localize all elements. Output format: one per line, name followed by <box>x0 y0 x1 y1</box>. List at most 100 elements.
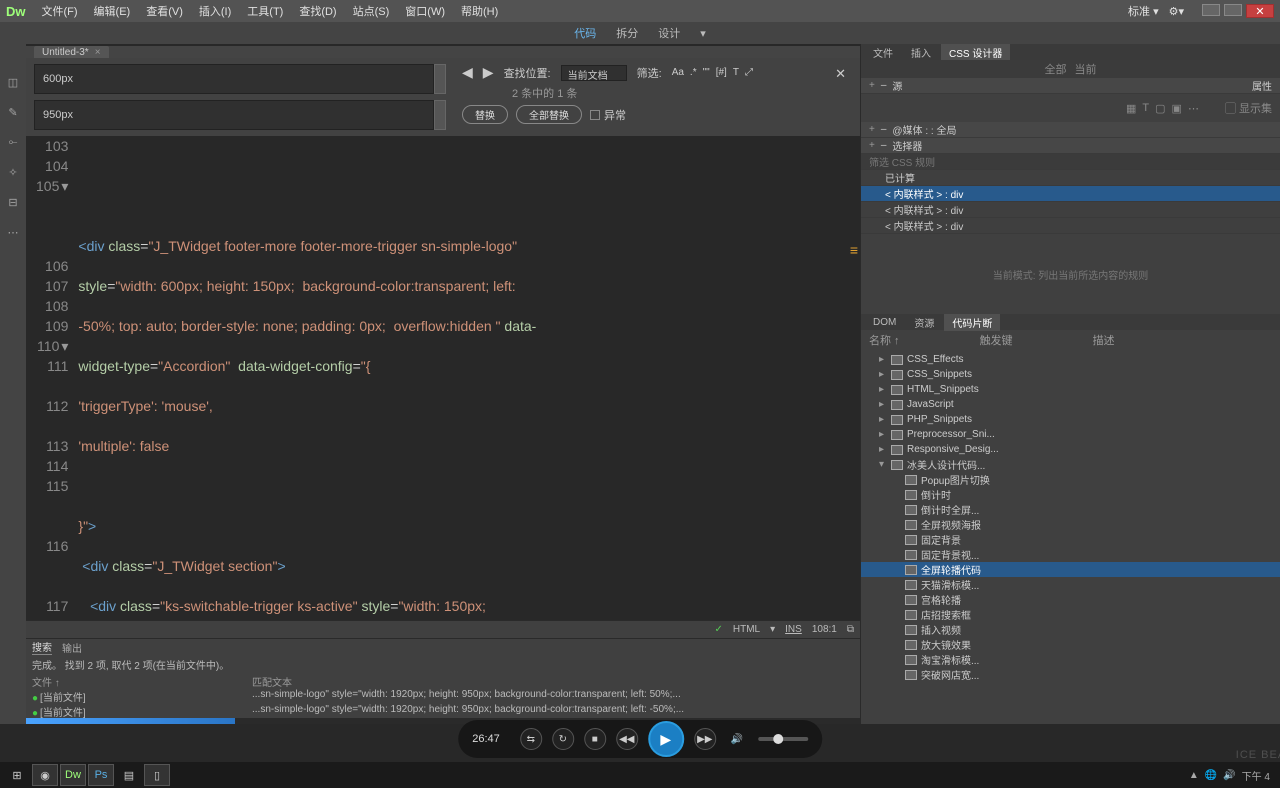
menu-help[interactable]: 帮助(H) <box>453 3 506 19</box>
tab-design-dropdown[interactable]: ▾ <box>700 27 706 40</box>
tree-row[interactable]: 全屏轮播代码 <box>861 562 1280 577</box>
language-select[interactable]: HTML <box>733 624 760 635</box>
css-current-tab[interactable]: 当前 <box>1075 61 1097 77</box>
col-match[interactable]: 匹配文本 <box>252 674 292 689</box>
search-result-row[interactable]: ●[当前文件] ...sn-simple-logo" style="width:… <box>32 704 854 718</box>
tree-row[interactable]: ▸PHP_Snippets <box>861 412 1280 427</box>
whole-word-icon[interactable]: "" <box>703 67 710 78</box>
find-input[interactable]: 600px <box>34 64 434 94</box>
document-tab[interactable]: Untitled-3* × <box>34 46 109 58</box>
tree-row[interactable]: 放大镜效果 <box>861 637 1280 652</box>
tray-icon[interactable]: 🔊 <box>1223 770 1235 781</box>
tab-dom[interactable]: DOM <box>865 316 904 329</box>
panel-menu-icon[interactable]: ≡ <box>850 242 858 258</box>
col-name[interactable]: 名称 ↑ <box>869 332 900 348</box>
tree-row[interactable]: ▸CSS_Effects <box>861 352 1280 367</box>
tree-row[interactable]: 宫格轮播 <box>861 592 1280 607</box>
workspace-switcher[interactable]: 标准 ▾ <box>1128 3 1159 19</box>
lso-icon[interactable]: ⟜ <box>5 134 21 150</box>
tab-output[interactable]: 输出 <box>62 640 82 655</box>
replace-history-dropdown[interactable] <box>434 100 446 130</box>
css-all-tab[interactable]: 全部 <box>1045 61 1067 77</box>
replace-button[interactable]: 替换 <box>462 105 508 124</box>
tree-row[interactable]: ▸CSS_Snippets <box>861 367 1280 382</box>
text-only-icon[interactable]: T <box>733 67 739 78</box>
rewind-button[interactable]: ◀◀ <box>616 728 638 750</box>
tree-row[interactable]: 倒计时全屏... <box>861 502 1280 517</box>
taskbar-ps-icon[interactable]: Ps <box>88 764 114 786</box>
code-content[interactable]: <div class="J_TWidget footer-more footer… <box>74 136 860 620</box>
ignore-whitespace-icon[interactable]: [#] <box>716 67 727 78</box>
document-tab-close[interactable]: × <box>95 47 101 58</box>
chat-icon[interactable]: ⋯ <box>5 224 21 240</box>
tree-row[interactable]: ▾冰美人设计代码... <box>861 457 1280 472</box>
tree-row[interactable]: 固定背景 <box>861 532 1280 547</box>
sync-settings-icon[interactable]: ⚙▾ <box>1169 5 1184 18</box>
more-cat-icon[interactable]: ⋯ <box>1188 102 1199 115</box>
window-minimize-button[interactable] <box>1202 4 1220 16</box>
selector-row[interactable]: < 内联样式 > : div <box>861 202 1280 218</box>
search-result-row[interactable]: ●[当前文件] ...sn-simple-logo" style="width:… <box>32 689 854 704</box>
find-next-button[interactable]: ▶ <box>483 64 494 81</box>
tab-files[interactable]: 文件 <box>865 44 901 61</box>
exceptions-checkbox[interactable] <box>590 110 600 120</box>
window-maximize-button[interactable] <box>1224 4 1242 16</box>
tab-design[interactable]: 设计 <box>658 25 680 41</box>
play-button[interactable]: ▶ <box>648 721 684 757</box>
col-file[interactable]: 文件 ↑ <box>32 674 112 689</box>
taskbar-app-icon[interactable]: ▤ <box>116 764 142 786</box>
border-cat-icon[interactable]: ▢ <box>1155 102 1165 115</box>
tree-row[interactable]: 店招搜索框 <box>861 607 1280 622</box>
start-button[interactable]: ⊞ <box>4 764 30 786</box>
tree-row[interactable]: 天猫滑标模... <box>861 577 1280 592</box>
volume-icon[interactable]: 🔊 <box>726 728 748 750</box>
add-source-icon[interactable]: + <box>869 80 875 91</box>
close-search-icon[interactable]: ✕ <box>829 64 852 84</box>
tree-row[interactable]: ▸JavaScript <box>861 397 1280 412</box>
tree-row[interactable]: 固定背景视... <box>861 547 1280 562</box>
col-desc[interactable]: 描述 <box>1093 332 1115 348</box>
tree-row[interactable]: 全屏视频海报 <box>861 517 1280 532</box>
tree-row[interactable]: 突破网店宽... <box>861 667 1280 682</box>
menu-window[interactable]: 窗口(W) <box>397 3 453 19</box>
search-scope-select[interactable]: 当前文档 <box>561 65 627 81</box>
col-trigger[interactable]: 触发键 <box>980 332 1013 348</box>
bg-cat-icon[interactable]: ▣ <box>1172 102 1182 115</box>
stop-button[interactable]: ■ <box>584 728 606 750</box>
menu-file[interactable]: 文件(F) <box>34 3 86 19</box>
dropper-icon[interactable]: ✧ <box>5 164 21 180</box>
comment-icon[interactable]: ⊟ <box>5 194 21 210</box>
code-editor[interactable]: 103 104 105▾ 106 107 108 109 110▾ 111 11… <box>26 136 860 620</box>
edit-icon[interactable]: ✎ <box>5 104 21 120</box>
selector-row[interactable]: < 内联样式 > : div <box>861 218 1280 234</box>
menu-find[interactable]: 查找(D) <box>291 3 344 19</box>
replace-all-button[interactable]: 全部替换 <box>516 105 582 124</box>
layout-cat-icon[interactable]: ▦ <box>1126 102 1136 115</box>
match-case-icon[interactable]: Aa <box>672 67 684 78</box>
tree-row[interactable]: Popup图片切换 <box>861 472 1280 487</box>
window-close-button[interactable]: ✕ <box>1246 4 1274 18</box>
tab-snippets[interactable]: 代码片断 <box>944 314 1000 331</box>
clock[interactable]: 下午 4 <box>1242 768 1270 783</box>
tree-row[interactable]: 倒计时 <box>861 487 1280 502</box>
tree-row[interactable]: 淘宝滑标模... <box>861 652 1280 667</box>
tree-row[interactable]: ▸HTML_Snippets <box>861 382 1280 397</box>
tray-icon[interactable]: ▲ <box>1189 770 1199 781</box>
tab-assets[interactable]: 资源 <box>906 314 942 331</box>
menu-insert[interactable]: 插入(I) <box>191 3 239 19</box>
taskbar-chrome-icon[interactable]: ◉ <box>32 764 58 786</box>
loop-icon[interactable]: ⇆ <box>520 728 542 750</box>
preview-icon[interactable]: ⧉ <box>847 624 854 635</box>
tab-search-results[interactable]: 搜索 <box>32 639 52 655</box>
menu-tools[interactable]: 工具(T) <box>239 3 291 19</box>
selector-row[interactable]: < 内联样式 > : div <box>861 186 1280 202</box>
file-manage-icon[interactable]: ◫ <box>5 74 21 90</box>
text-cat-icon[interactable]: T <box>1142 102 1149 114</box>
tab-code[interactable]: 代码 <box>574 25 596 41</box>
insert-mode[interactable]: INS <box>785 624 802 635</box>
regex-icon[interactable]: .* <box>690 67 697 78</box>
find-prev-button[interactable]: ◀ <box>462 64 473 81</box>
find-history-dropdown[interactable] <box>434 64 446 94</box>
forward-button[interactable]: ▶▶ <box>694 728 716 750</box>
tab-css-designer[interactable]: CSS 设计器 <box>941 44 1010 61</box>
